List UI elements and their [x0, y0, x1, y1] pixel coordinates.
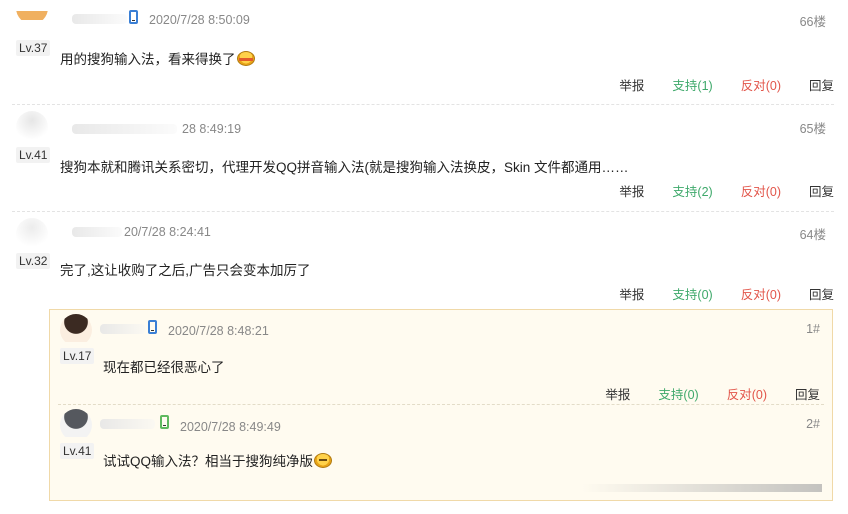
reply-button[interactable]: 回复	[795, 384, 820, 403]
comment-65: Lv.41 28 8:49:19 65楼 搜狗本就和腾讯关系密切，代理开发QQ拼…	[12, 105, 834, 212]
oppose-button[interactable]: 反对(0)	[741, 181, 781, 200]
avatar[interactable]	[60, 314, 92, 342]
floor-number: 2#	[806, 417, 820, 431]
comment-text: 用的搜狗输入法，看来得换了	[60, 48, 255, 68]
avatar[interactable]	[60, 409, 92, 437]
report-button[interactable]: 举报	[605, 384, 630, 403]
reply-button[interactable]: 回复	[809, 75, 834, 94]
scrollbar[interactable]	[582, 484, 822, 492]
post-time: 2020/7/28 8:49:49	[180, 420, 281, 434]
comment-actions: 举报 支持(2) 反对(0) 回复	[619, 181, 834, 200]
user-level-badge: Lv.17	[60, 348, 95, 364]
avatar[interactable]	[16, 218, 48, 246]
reply-text: 现在都已经很恶心了	[103, 360, 225, 375]
username[interactable]	[100, 419, 155, 429]
reply-text: 试试QQ输入法？相当于搜狗纯净版	[103, 450, 333, 470]
comment-text-content: 用的搜狗输入法，看来得换了	[60, 52, 236, 67]
avatar[interactable]	[16, 111, 48, 139]
username[interactable]	[72, 227, 122, 237]
post-time: 28 8:49:19	[182, 122, 242, 136]
user-level-badge: Lv.41	[60, 443, 95, 459]
oppose-button[interactable]: 反对(0)	[727, 384, 767, 403]
reply-text-content: 试试QQ输入法？相当于搜狗纯净版	[103, 454, 314, 469]
user-level-badge: Lv.37	[16, 40, 51, 56]
floor-number: 66楼	[799, 15, 826, 29]
reply-1: Lv.17 2020/7/28 8:48:21 1# 现在都已经很恶心了 举报 …	[58, 310, 824, 405]
support-button[interactable]: 支持(0)	[658, 384, 698, 403]
oppose-button[interactable]: 反对(0)	[741, 75, 781, 94]
comment-text: 搜狗本就和腾讯关系密切，代理开发QQ拼音输入法(就是搜狗输入法换皮，Skin 文…	[60, 160, 629, 175]
comment-text: 完了,这让收购了之后,广告只会变本加厉了	[60, 263, 311, 278]
reply-actions: 举报 支持(0) 反对(0) 回复	[605, 384, 820, 403]
burger-emoji-icon	[236, 51, 255, 66]
phone-icon	[129, 10, 138, 24]
cat-emoji-icon	[314, 453, 333, 468]
post-time: 2020/7/28 8:50:09	[149, 13, 250, 27]
floor-number: 65楼	[799, 122, 826, 136]
support-button[interactable]: 支持(2)	[672, 181, 712, 200]
report-button[interactable]: 举报	[619, 75, 644, 94]
user-level-badge: Lv.32	[16, 253, 51, 269]
username[interactable]	[72, 124, 177, 134]
support-button[interactable]: 支持(1)	[672, 75, 712, 94]
report-button[interactable]: 举报	[619, 181, 644, 200]
username[interactable]	[72, 14, 127, 24]
reply-thread: Lv.17 2020/7/28 8:48:21 1# 现在都已经很恶心了 举报 …	[49, 309, 833, 501]
phone-icon	[148, 320, 157, 334]
comment-64: Lv.32 20/7/28 8:24:41 64楼 完了,这让收购了之后,广告只…	[12, 212, 834, 514]
avatar[interactable]	[16, 0, 48, 20]
post-time: 20/7/28 8:24:41	[124, 225, 211, 239]
floor-number: 1#	[806, 322, 820, 336]
comment-66: Lv.37 2020/7/28 8:50:09 66楼 用的搜狗输入法，看来得换…	[12, 0, 834, 105]
report-button[interactable]: 举报	[619, 284, 644, 303]
post-time: 2020/7/28 8:48:21	[168, 324, 269, 338]
comment-actions: 举报 支持(1) 反对(0) 回复	[619, 75, 834, 94]
oppose-button[interactable]: 反对(0)	[741, 284, 781, 303]
floor-number: 64楼	[799, 228, 826, 242]
comment-actions: 举报 支持(0) 反对(0) 回复	[619, 284, 834, 303]
username[interactable]	[100, 324, 145, 334]
reply-button[interactable]: 回复	[809, 181, 834, 200]
support-button[interactable]: 支持(0)	[672, 284, 712, 303]
user-level-badge: Lv.41	[16, 147, 51, 163]
android-phone-icon	[160, 415, 169, 429]
reply-button[interactable]: 回复	[809, 284, 834, 303]
